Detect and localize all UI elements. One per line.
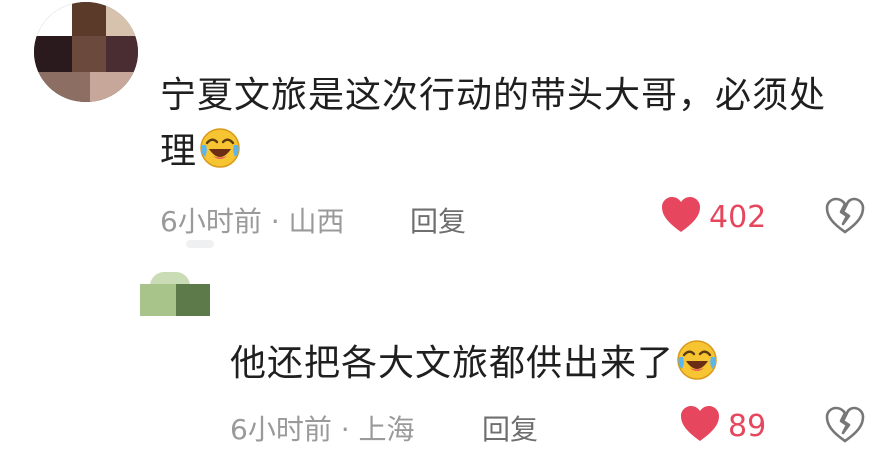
- comment-like-count: 402: [709, 200, 767, 235]
- divider-dot: [186, 240, 214, 248]
- reply-time-location: 6小时前 · 上海: [230, 413, 415, 446]
- comment-body: 宁夏文旅是这次行动的带头大哥，必须处理: [160, 75, 827, 172]
- dislike-broken-heart-icon[interactable]: [825, 406, 865, 444]
- reply-avatar[interactable]: [140, 272, 210, 316]
- comment-time-location: 6小时前 · 山西: [160, 205, 345, 238]
- comment-reply-button[interactable]: 回复: [410, 200, 466, 240]
- commenter-avatar[interactable]: [34, 2, 138, 102]
- comment-text: 宁夏文旅是这次行动的带头大哥，必须处理: [160, 68, 860, 180]
- laughing-crying-emoji-icon: [677, 340, 717, 380]
- reply-like-count: 89: [728, 409, 767, 444]
- reply-text: 他还把各大文旅都供出来了: [230, 336, 830, 392]
- like-heart-icon[interactable]: [680, 405, 720, 443]
- dislike-broken-heart-icon[interactable]: [825, 197, 865, 235]
- like-heart-icon[interactable]: [661, 196, 701, 234]
- reply-reply-button[interactable]: 回复: [482, 408, 538, 448]
- laughing-crying-emoji-icon: [200, 128, 240, 168]
- reply-body: 他还把各大文旅都供出来了: [230, 343, 675, 384]
